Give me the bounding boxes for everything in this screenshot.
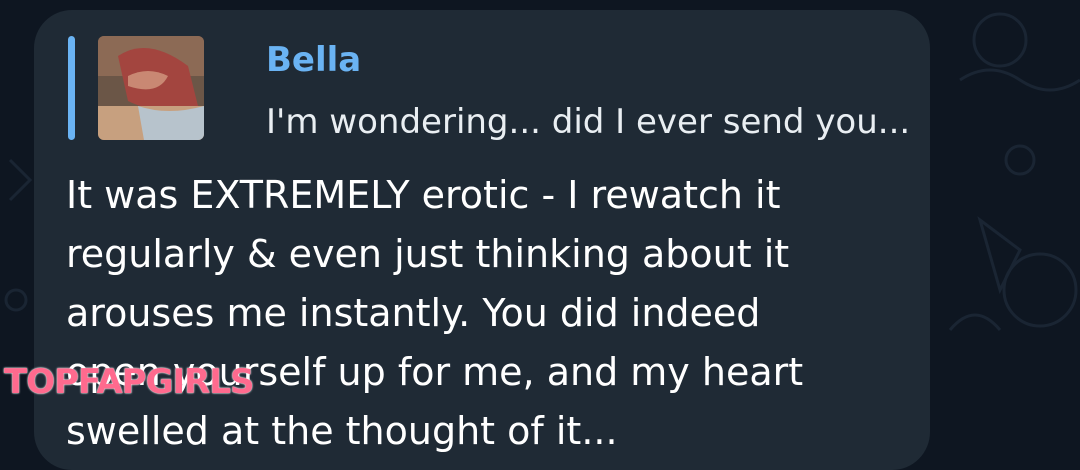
message-text: It was EXTREMELY erotic - I rewatch it r… xyxy=(66,166,916,461)
message-line: regularly & even just thinking about it xyxy=(66,232,790,276)
message-line: It was EXTREMELY erotic - I rewatch it xyxy=(66,173,781,217)
reply-preview-text: I'm wondering... did I ever send you... xyxy=(266,102,911,142)
reply-accent-bar xyxy=(68,36,75,140)
reply-thumbnail-image xyxy=(98,36,204,140)
message-line: arouses me instantly. You did indeed xyxy=(66,291,761,335)
reply-sender-name: Bella xyxy=(266,40,362,80)
message-line: swelled at the thought of it... xyxy=(66,409,618,453)
watermark: TOPFAPGIRLS xyxy=(4,362,254,402)
reply-preview[interactable]: Bella I'm wondering... did I ever send y… xyxy=(68,36,911,144)
